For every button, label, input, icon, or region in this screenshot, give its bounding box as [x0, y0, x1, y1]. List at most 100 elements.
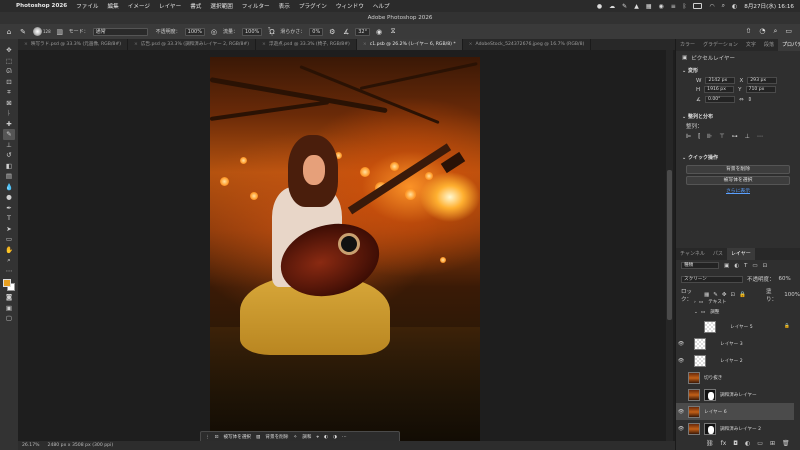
menu-edit[interactable]: 編集	[108, 2, 119, 10]
menu-help[interactable]: ヘルプ	[373, 2, 390, 10]
menu-extra-icon[interactable]: ≡	[671, 3, 676, 10]
move-tool-icon[interactable]: ✥	[3, 45, 15, 56]
align-right-icon[interactable]: ⊪	[707, 133, 712, 141]
brush-settings-icon[interactable]: ▥	[55, 27, 65, 37]
search-icon[interactable]: ⌕	[773, 27, 777, 36]
align-section-header[interactable]: ⌄ 整列と分布	[676, 111, 800, 122]
layer-row[interactable]: 👁 レイヤー 2	[676, 352, 794, 369]
fx-icon[interactable]: fx	[721, 440, 727, 447]
menu-select[interactable]: 選択範囲	[210, 2, 232, 10]
smoothing-settings-icon[interactable]: ⚙	[327, 27, 337, 37]
select-subject-button[interactable]: 被写体を選択	[686, 176, 790, 185]
path-selection-tool-icon[interactable]: ➤	[3, 224, 15, 235]
chevron-down-icon[interactable]: ⌄	[694, 310, 698, 315]
learn-icon[interactable]: ◔	[759, 27, 765, 36]
layer-row[interactable]: 調和済みレイヤー	[676, 386, 794, 403]
remove-background-button[interactable]: 背景を削除	[686, 165, 790, 174]
align-top-icon[interactable]: ⊤	[719, 133, 724, 141]
close-icon[interactable]: ×	[24, 39, 28, 50]
width-input[interactable]: 2142 px	[705, 77, 736, 84]
select-subject-button[interactable]: 被写体を選択	[223, 434, 251, 440]
quick-actions-header[interactable]: ⌄ クイック操作	[676, 152, 800, 163]
close-icon[interactable]: ×	[363, 39, 367, 50]
tab-paths[interactable]: パス	[709, 248, 727, 260]
brush-tool-icon[interactable]: ✎	[18, 27, 28, 37]
share-icon[interactable]: ⇧	[745, 27, 751, 36]
layer-row[interactable]: 👁 調和済みレイヤー 2	[676, 420, 794, 437]
more-tools-icon[interactable]: ⋯	[3, 266, 15, 277]
eyedropper-tool-icon[interactable]: ᚿ	[3, 108, 15, 119]
symmetry-icon[interactable]: ⧖	[388, 27, 398, 37]
search-icon[interactable]: ⌕	[722, 2, 725, 10]
layer-row[interactable]: 👁 レイヤー 3	[676, 335, 794, 352]
tab-gradient[interactable]: グラデーション	[699, 39, 742, 51]
tab-channels[interactable]: チャンネル	[676, 248, 709, 260]
eye-icon[interactable]: 👁	[676, 358, 686, 364]
record-icon[interactable]: ◉	[659, 3, 664, 10]
tab-paragraph[interactable]: 段落	[760, 39, 778, 51]
flip-vertical-icon[interactable]: ⇕	[748, 97, 753, 103]
gallery-icon[interactable]: ▦	[646, 3, 652, 10]
mode-select[interactable]: 通常	[92, 27, 148, 36]
align-middle-icon[interactable]: ⊶	[732, 133, 738, 141]
eye-icon[interactable]: 👁	[676, 409, 686, 415]
wifi-icon[interactable]: ◠	[709, 3, 714, 10]
filter-pixel-icon[interactable]: ▣	[724, 263, 729, 269]
eye-icon[interactable]: 👁	[676, 426, 686, 432]
new-layer-icon[interactable]: ⊞	[770, 440, 775, 447]
angle-input[interactable]: 32°	[355, 27, 371, 36]
menu-window[interactable]: ウィンドウ	[336, 2, 364, 10]
menu-filter[interactable]: フィルター	[242, 2, 270, 10]
share-icon[interactable]: ▲	[634, 3, 639, 10]
document-dimensions[interactable]: 2480 px x 3508 px (300 ppi)	[48, 443, 114, 448]
doc-tab[interactable]: × 映写ラド.psd @ 33.3% (元画像, RGB/8#)	[18, 39, 128, 50]
layer-row[interactable]: ⌄ ▭ 調整	[676, 307, 794, 317]
transform-icon[interactable]: ⌖	[316, 434, 319, 440]
hand-tool-icon[interactable]: ✋	[3, 245, 15, 256]
align-left-icon[interactable]: ⊫	[686, 133, 691, 141]
color-swatches[interactable]	[2, 278, 16, 292]
filter-adjust-icon[interactable]: ◐	[734, 263, 739, 269]
menu-type[interactable]: 書式	[190, 2, 201, 10]
opacity-input[interactable]: 100%	[184, 27, 205, 36]
doc-tab-active[interactable]: × c1.psb @ 26.2% (レイヤー 6, RGB/8) *	[356, 39, 463, 50]
zoom-level[interactable]: 26.17%	[22, 443, 40, 448]
shape-tool-icon[interactable]: ▭	[3, 234, 15, 245]
delete-layer-icon[interactable]: 🗑	[782, 440, 790, 447]
menu-plugins[interactable]: プラグイン	[299, 2, 327, 10]
blend-mode-select[interactable]: スクリーン	[681, 275, 743, 283]
remove-bg-button[interactable]: 背景を削除	[265, 434, 288, 440]
angle-input[interactable]: 0.00°	[704, 96, 735, 103]
pressure-opacity-icon[interactable]: ◎	[209, 27, 219, 37]
menu-image[interactable]: イメージ	[128, 2, 150, 10]
bluetooth-icon[interactable]: ᛒ	[683, 3, 687, 10]
flip-horizontal-icon[interactable]: ⇔	[739, 97, 744, 103]
brush-tool-icon[interactable]: ✎	[3, 129, 15, 140]
layer-row[interactable]: レイヤー 5 🔒	[676, 318, 794, 335]
adjust-icon[interactable]: ◑	[333, 435, 337, 440]
frame-tool-icon[interactable]: ⊠	[3, 98, 15, 109]
screen-mode-icon[interactable]: ▣	[3, 303, 15, 314]
align-center-h-icon[interactable]: ⫿	[698, 133, 700, 141]
smoothing-input[interactable]: 0%	[309, 27, 324, 36]
height-input[interactable]: 1916 px	[704, 86, 735, 93]
filter-type-icon[interactable]: T	[744, 263, 747, 269]
cloud-icon[interactable]: ☁	[609, 3, 615, 10]
tab-layers[interactable]: レイヤー	[726, 248, 755, 260]
edit-toolbar-icon[interactable]: ▢	[3, 313, 15, 324]
drag-handle-icon[interactable]: ⋮	[205, 435, 210, 440]
eraser-tool-icon[interactable]: ◧	[3, 161, 15, 172]
layer-filter-select[interactable]: 種類	[681, 262, 719, 269]
more-actions-link[interactable]: さらに表示	[676, 187, 800, 194]
menu-layer[interactable]: レイヤー	[159, 2, 181, 10]
doc-tab[interactable]: × 広告.psd @ 33.3% (調和済みレイヤー 2, RGB/8#)	[128, 39, 257, 50]
mask-icon[interactable]: ◐	[324, 435, 328, 440]
crop-tool-icon[interactable]: ⌗	[3, 87, 15, 98]
chevron-right-icon[interactable]: ›	[694, 300, 696, 305]
doc-tab[interactable]: × AdobeStock_524372676.jpeg @ 16.7% (RGB/…	[463, 39, 592, 50]
marquee-tool-icon[interactable]: ⬚	[3, 56, 15, 67]
filter-smart-icon[interactable]: ⊡	[763, 263, 768, 269]
object-selection-tool-icon[interactable]: ⊡	[3, 77, 15, 88]
harmonize-button[interactable]: 調和	[302, 434, 311, 440]
transform-section-header[interactable]: ⌄ 変形	[676, 65, 800, 76]
